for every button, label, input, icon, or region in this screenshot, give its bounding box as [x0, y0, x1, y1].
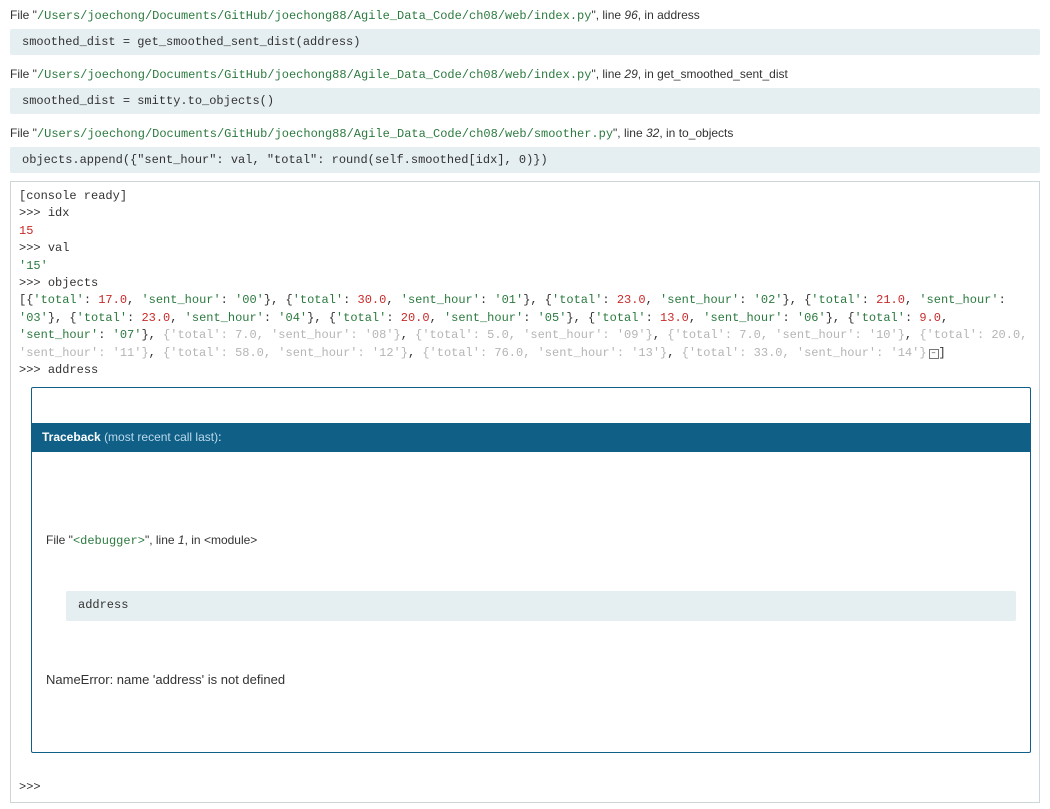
- console-input: idx: [48, 206, 70, 220]
- frame-fn: to_objects: [679, 126, 734, 140]
- frame-header: File "/Users/joechong/Documents/GitHub/j…: [10, 4, 1040, 27]
- console-prompt: >>>: [19, 241, 48, 255]
- traceback-frame: File "/Users/joechong/Documents/GitHub/j…: [10, 63, 1040, 114]
- frame-fn: address: [657, 8, 700, 22]
- frame-line-no: 29: [624, 67, 637, 81]
- traceback-body: File "<debugger>", line 1, in <module> a…: [32, 487, 1030, 735]
- traceback-frame: File "/Users/joechong/Documents/GitHub/j…: [10, 4, 1040, 55]
- file-word: File: [10, 8, 33, 22]
- expand-icon[interactable]: –: [929, 349, 939, 359]
- tb-fn: <module>: [204, 533, 257, 547]
- console-prompt: >>>: [19, 276, 48, 290]
- debug-console[interactable]: [console ready] >>> idx 15 >>> val '15' …: [10, 181, 1040, 803]
- console-output: 15: [19, 224, 33, 238]
- console-ready: [console ready]: [19, 189, 127, 203]
- console-input: val: [48, 241, 70, 255]
- console-output: '15': [19, 259, 48, 273]
- frame-line-no: 32: [646, 126, 659, 140]
- traceback-subtitle: (most recent call last): [104, 430, 218, 444]
- in-word: , in: [638, 8, 657, 22]
- traceback-frame: File "/Users/joechong/Documents/GitHub/j…: [10, 122, 1040, 173]
- console-prompt[interactable]: >>>: [19, 780, 41, 794]
- tb-code: address: [66, 591, 1016, 620]
- frame-code[interactable]: smoothed_dist = get_smoothed_sent_dist(a…: [10, 29, 1040, 55]
- console-input: objects: [48, 276, 98, 290]
- frame-line-no: 96: [624, 8, 637, 22]
- tb-line-no: 1: [178, 533, 185, 547]
- tb-error: NameError: name 'address' is not defined: [46, 667, 1016, 690]
- frame-file-path[interactable]: /Users/joechong/Documents/GitHub/joechon…: [37, 127, 613, 141]
- frame-header: File "/Users/joechong/Documents/GitHub/j…: [10, 122, 1040, 145]
- console-input: address: [48, 363, 98, 377]
- console-prompt: >>>: [19, 206, 48, 220]
- frame-file-path[interactable]: /Users/joechong/Documents/GitHub/joechon…: [37, 68, 592, 82]
- line-word: , line: [596, 8, 625, 22]
- frame-code[interactable]: objects.append({"sent_hour": val, "total…: [10, 147, 1040, 173]
- traceback-title: Traceback: [42, 430, 101, 444]
- traceback-header: Traceback (most recent call last):: [32, 423, 1030, 452]
- frame-fn: get_smoothed_sent_dist: [657, 67, 788, 81]
- console-output-objects: [{'total': 17.0, 'sent_hour': '00'}, {'t…: [19, 293, 1035, 359]
- frame-code[interactable]: smoothed_dist = smitty.to_objects(): [10, 88, 1040, 114]
- tb-file: <debugger>: [73, 534, 145, 548]
- traceback-frame-line: File "<debugger>", line 1, in <module>: [46, 532, 1016, 550]
- inner-traceback: Traceback (most recent call last): File …: [31, 387, 1031, 753]
- frame-header: File "/Users/joechong/Documents/GitHub/j…: [10, 63, 1040, 86]
- console-prompt: >>>: [19, 363, 48, 377]
- frame-file-path[interactable]: /Users/joechong/Documents/GitHub/joechon…: [37, 9, 592, 23]
